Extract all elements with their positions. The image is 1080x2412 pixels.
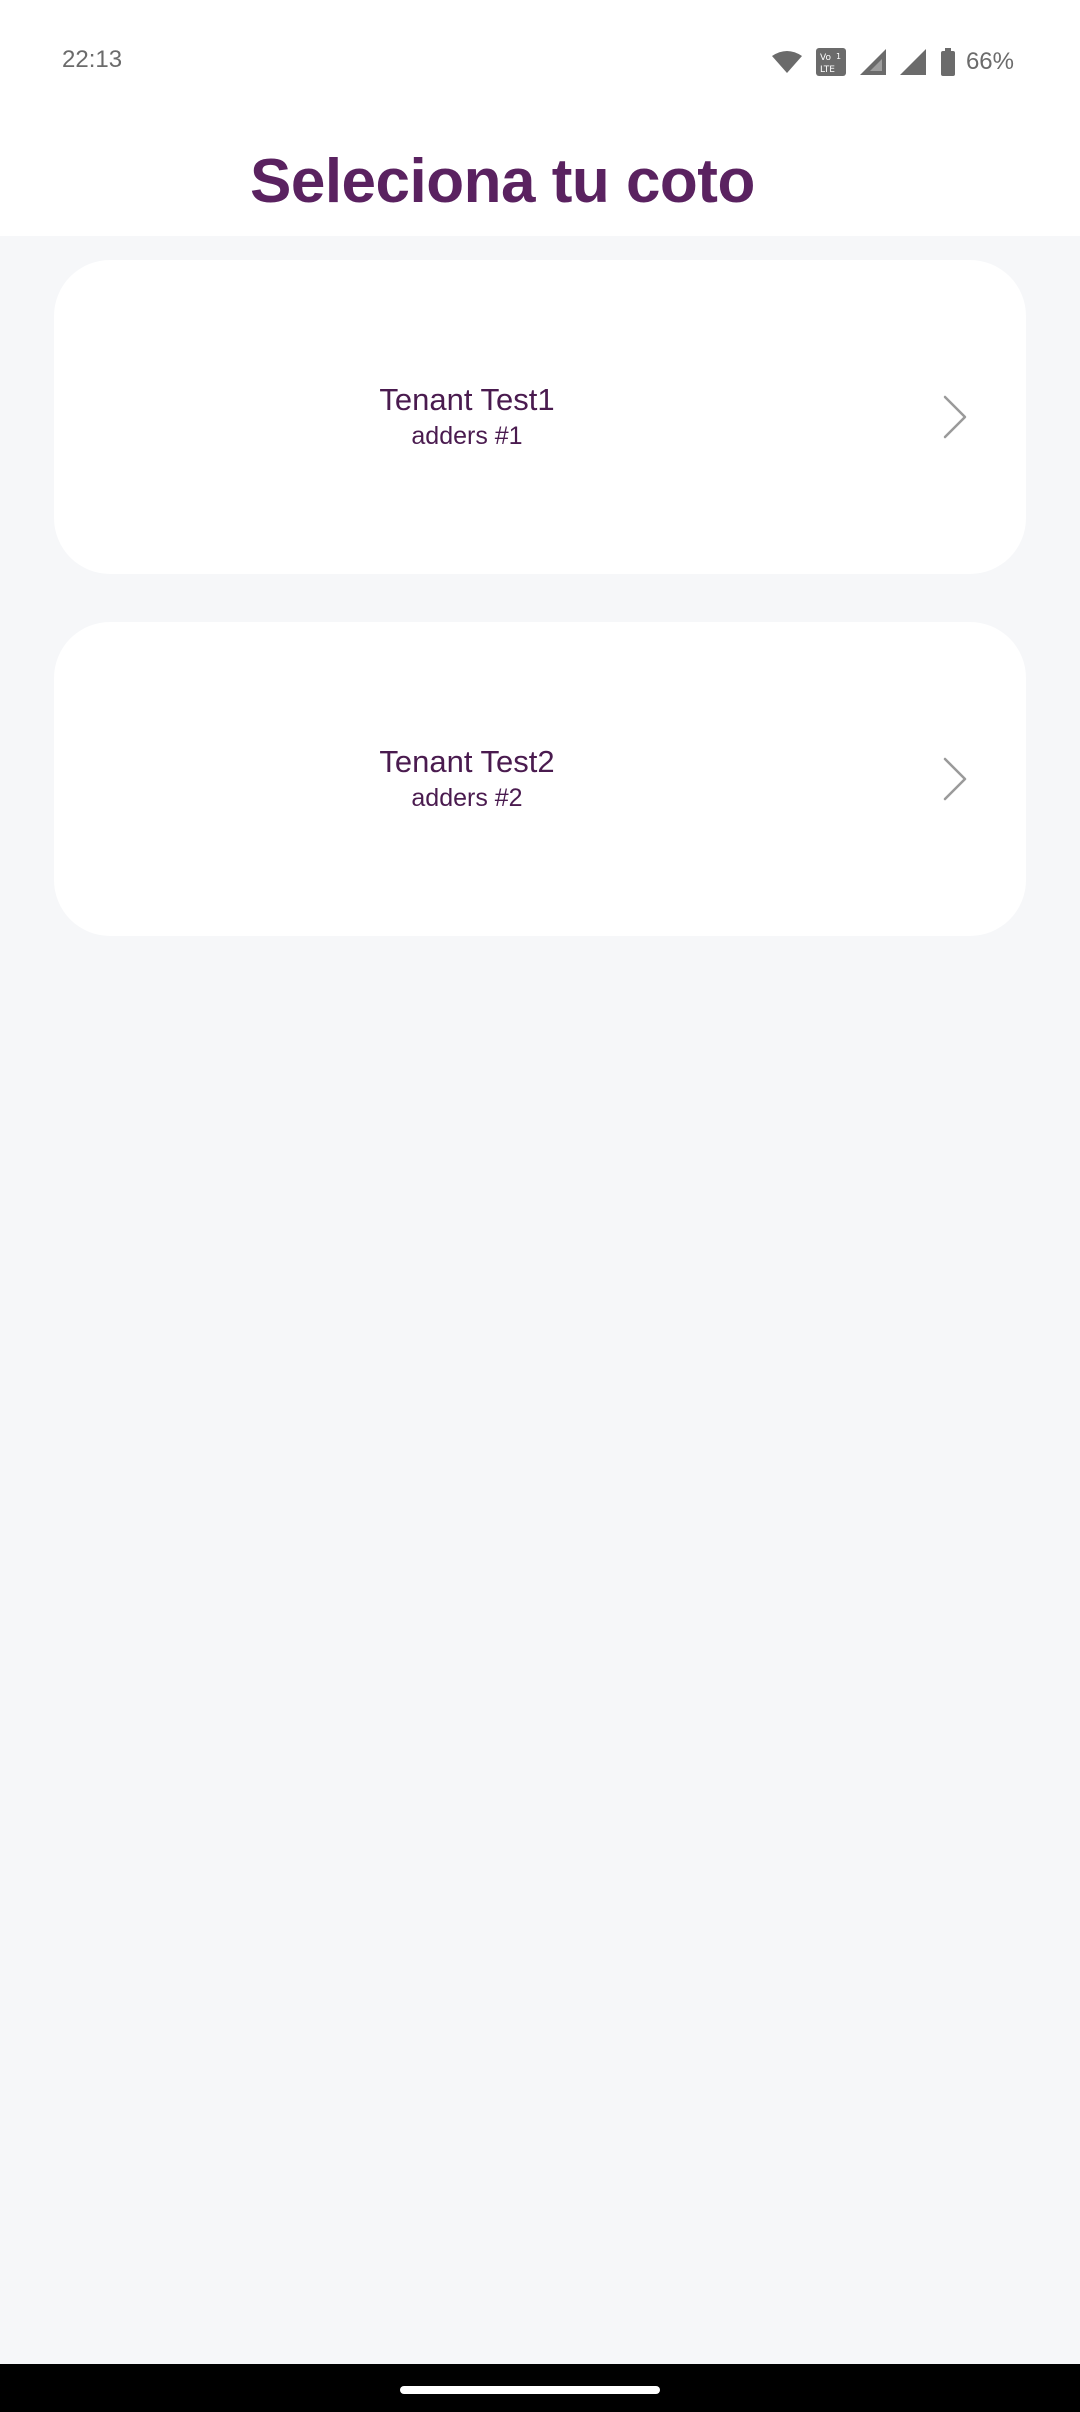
signal-icon (859, 49, 886, 75)
tenant-list: Tenant Test1 adders #1 Tenant Test2 adde… (54, 260, 1026, 984)
header-area: 22:13 Vo 1 LTE 66% Seleciona tu coto (0, 0, 1080, 236)
tenant-card-test1[interactable]: Tenant Test1 adders #1 (54, 260, 1026, 574)
tenant-address: adders #1 (411, 422, 523, 450)
screen: 22:13 Vo 1 LTE 66% Seleciona tu coto Ten… (0, 0, 1080, 2412)
status-bar: 22:13 Vo 1 LTE 66% (0, 0, 1080, 124)
tenant-name: Tenant Test2 (379, 744, 555, 779)
svg-text:LTE: LTE (820, 65, 835, 75)
home-gesture-handle[interactable] (400, 2386, 660, 2394)
tenant-address: adders #2 (411, 784, 523, 812)
signal-icon (899, 49, 926, 75)
svg-text:1: 1 (836, 52, 841, 61)
wifi-icon (771, 50, 802, 74)
status-time: 22:13 (62, 46, 123, 73)
page-title: Seleciona tu coto (250, 147, 755, 216)
battery-icon (940, 48, 956, 76)
volte-icon: Vo 1 LTE (815, 48, 846, 76)
battery-level: 66% (965, 48, 1014, 75)
tenant-name: Tenant Test1 (379, 382, 555, 417)
svg-text:Vo: Vo (820, 53, 831, 63)
chevron-right-icon (942, 756, 968, 802)
status-icons: Vo 1 LTE 66% (771, 44, 1014, 80)
tenant-card-text: Tenant Test1 adders #1 (54, 382, 880, 452)
tenant-card-test2[interactable]: Tenant Test2 adders #2 (54, 622, 1026, 936)
tenant-card-text: Tenant Test2 adders #2 (54, 744, 880, 814)
navigation-bar (0, 2364, 1080, 2412)
chevron-right-icon (942, 394, 968, 440)
